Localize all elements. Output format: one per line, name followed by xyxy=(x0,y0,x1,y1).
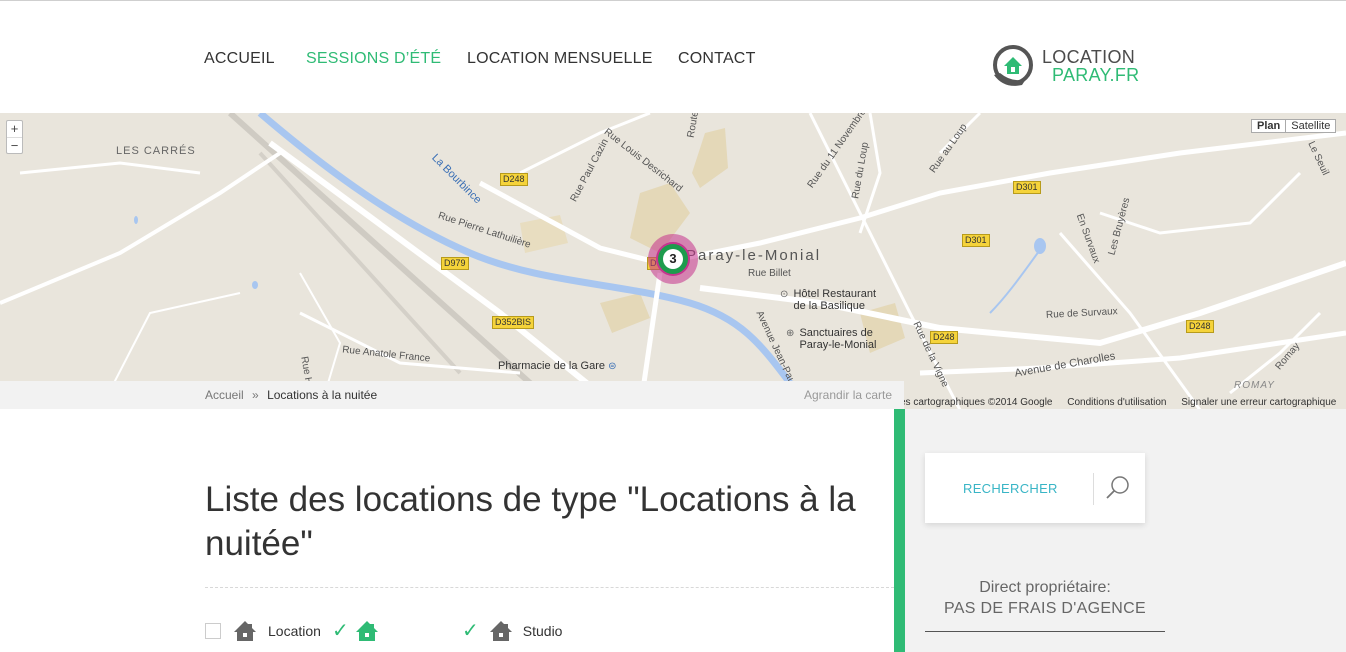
map-cluster-count: 3 xyxy=(663,249,683,269)
map-park xyxy=(692,128,728,188)
map-footer: es cartographiques ©2014 Google Conditio… xyxy=(900,397,1346,408)
map-label-billet: Rue Billet xyxy=(748,268,791,279)
filter-checkbox-empty[interactable] xyxy=(205,620,221,642)
accent-bar xyxy=(894,409,905,652)
filter-location-checked[interactable]: ✓ xyxy=(332,620,379,642)
breadcrumb-separator: » xyxy=(252,388,259,402)
map-type-plan[interactable]: Plan xyxy=(1252,120,1287,132)
route-badge-d248: D248 xyxy=(500,173,528,186)
bed-icon: ⊙ xyxy=(780,289,789,300)
map-park xyxy=(600,293,650,333)
route-badge-d301-2: D301 xyxy=(962,234,990,247)
search-box[interactable]: RECHERCHER xyxy=(925,453,1145,523)
filter-location[interactable]: Location xyxy=(233,620,321,642)
house-icon xyxy=(489,621,512,641)
train-icon: ⊜ xyxy=(608,361,617,372)
map-stream xyxy=(989,242,1046,314)
route-badge-d301: D301 xyxy=(1013,181,1041,194)
search-icon[interactable] xyxy=(1105,475,1131,501)
map-data-credit: es cartographiques ©2014 Google xyxy=(900,397,1053,408)
route-badge-d979: D979 xyxy=(441,257,469,270)
house-icon-green xyxy=(355,621,378,641)
filter-location-label: Location xyxy=(268,623,321,639)
site-header: ACCUEIL SESSIONS D’ÉTÉ LOCATION MENSUELL… xyxy=(0,1,1346,113)
zoom-in-button[interactable]: + xyxy=(7,121,22,137)
map-terms-link[interactable]: Conditions d'utilisation xyxy=(1067,397,1166,408)
logo-line-2: PARAY.FR xyxy=(1052,65,1140,85)
type-filters: Location ✓ ✓ Studio xyxy=(205,620,894,642)
route-badge-d352bis: D352BIS xyxy=(492,316,535,329)
church-icon: ⊕ xyxy=(786,328,795,339)
checkbox-unchecked[interactable] xyxy=(205,623,221,639)
search-label[interactable]: RECHERCHER xyxy=(963,481,1058,496)
owner-notice-line-1: Direct propriétaire: xyxy=(979,579,1111,596)
nav-sessions-ete[interactable]: SESSIONS D’ÉTÉ xyxy=(306,50,441,68)
map-cluster-ring: 3 xyxy=(656,242,690,276)
checkmark-icon: ✓ xyxy=(332,620,349,642)
filter-studio[interactable]: ✓ Studio xyxy=(462,620,562,642)
map[interactable]: LES CARRÉS La Bourbince Rue Pierre Lathu… xyxy=(0,113,1346,410)
enlarge-map-link[interactable]: Agrandir la carte xyxy=(804,388,892,402)
map-label-paray: Paray-le-Monial xyxy=(686,247,822,264)
title-divider xyxy=(205,587,894,588)
map-label-romay: ROMAY xyxy=(1234,380,1275,391)
checkmark-icon: ✓ xyxy=(462,620,479,642)
route-badge-d248-3: D248 xyxy=(1186,320,1214,333)
nav-location-mensuelle[interactable]: LOCATION MENSUELLE xyxy=(467,50,653,68)
map-type-control: Plan Satellite xyxy=(1251,119,1337,133)
breadcrumb-bar: Accueil » Locations à la nuitée Agrandir… xyxy=(0,381,904,409)
map-type-satellite[interactable]: Satellite xyxy=(1286,120,1335,132)
filter-studio-label: Studio xyxy=(522,623,563,639)
poi-pharmacie[interactable]: Pharmacie de la Gare ⊜ xyxy=(498,360,616,373)
search-separator xyxy=(1093,473,1094,505)
zoom-out-button[interactable]: − xyxy=(7,137,22,153)
map-label-les-carres: LES CARRÉS xyxy=(116,145,196,157)
owner-notice-line-2: PAS DE FRAIS D'AGENCE xyxy=(944,600,1146,617)
breadcrumb-home[interactable]: Accueil xyxy=(205,388,244,402)
route-badge-d248-2: D248 xyxy=(930,331,958,344)
nav-contact[interactable]: CONTACT xyxy=(678,50,756,68)
sidebar: RECHERCHER Direct propriétaire: PAS DE F… xyxy=(905,409,1346,652)
zoom-control: + − xyxy=(6,120,23,154)
breadcrumb-current: Locations à la nuitée xyxy=(267,388,378,402)
poi-hotel[interactable]: ⊙ Hôtel Restaurant de la Basilique xyxy=(780,288,883,312)
map-report-link[interactable]: Signaler une erreur cartographique xyxy=(1181,397,1336,408)
page-title: Liste des locations de type "Locations à… xyxy=(205,480,856,563)
site-logo[interactable]: LOCATION PARAY.FR xyxy=(990,43,1150,93)
house-hand-icon xyxy=(993,45,1033,86)
owner-notice-rule xyxy=(925,631,1165,632)
map-cluster-marker[interactable]: 3 xyxy=(648,234,698,284)
breadcrumb: Accueil » Locations à la nuitée xyxy=(205,388,377,402)
main-content: Liste des locations de type "Locations à… xyxy=(0,409,894,652)
poi-sanctuaires[interactable]: ⊕ Sanctuaires de Paray-le-Monial xyxy=(786,327,889,351)
house-icon xyxy=(234,621,256,641)
nav-accueil[interactable]: ACCUEIL xyxy=(204,50,275,68)
